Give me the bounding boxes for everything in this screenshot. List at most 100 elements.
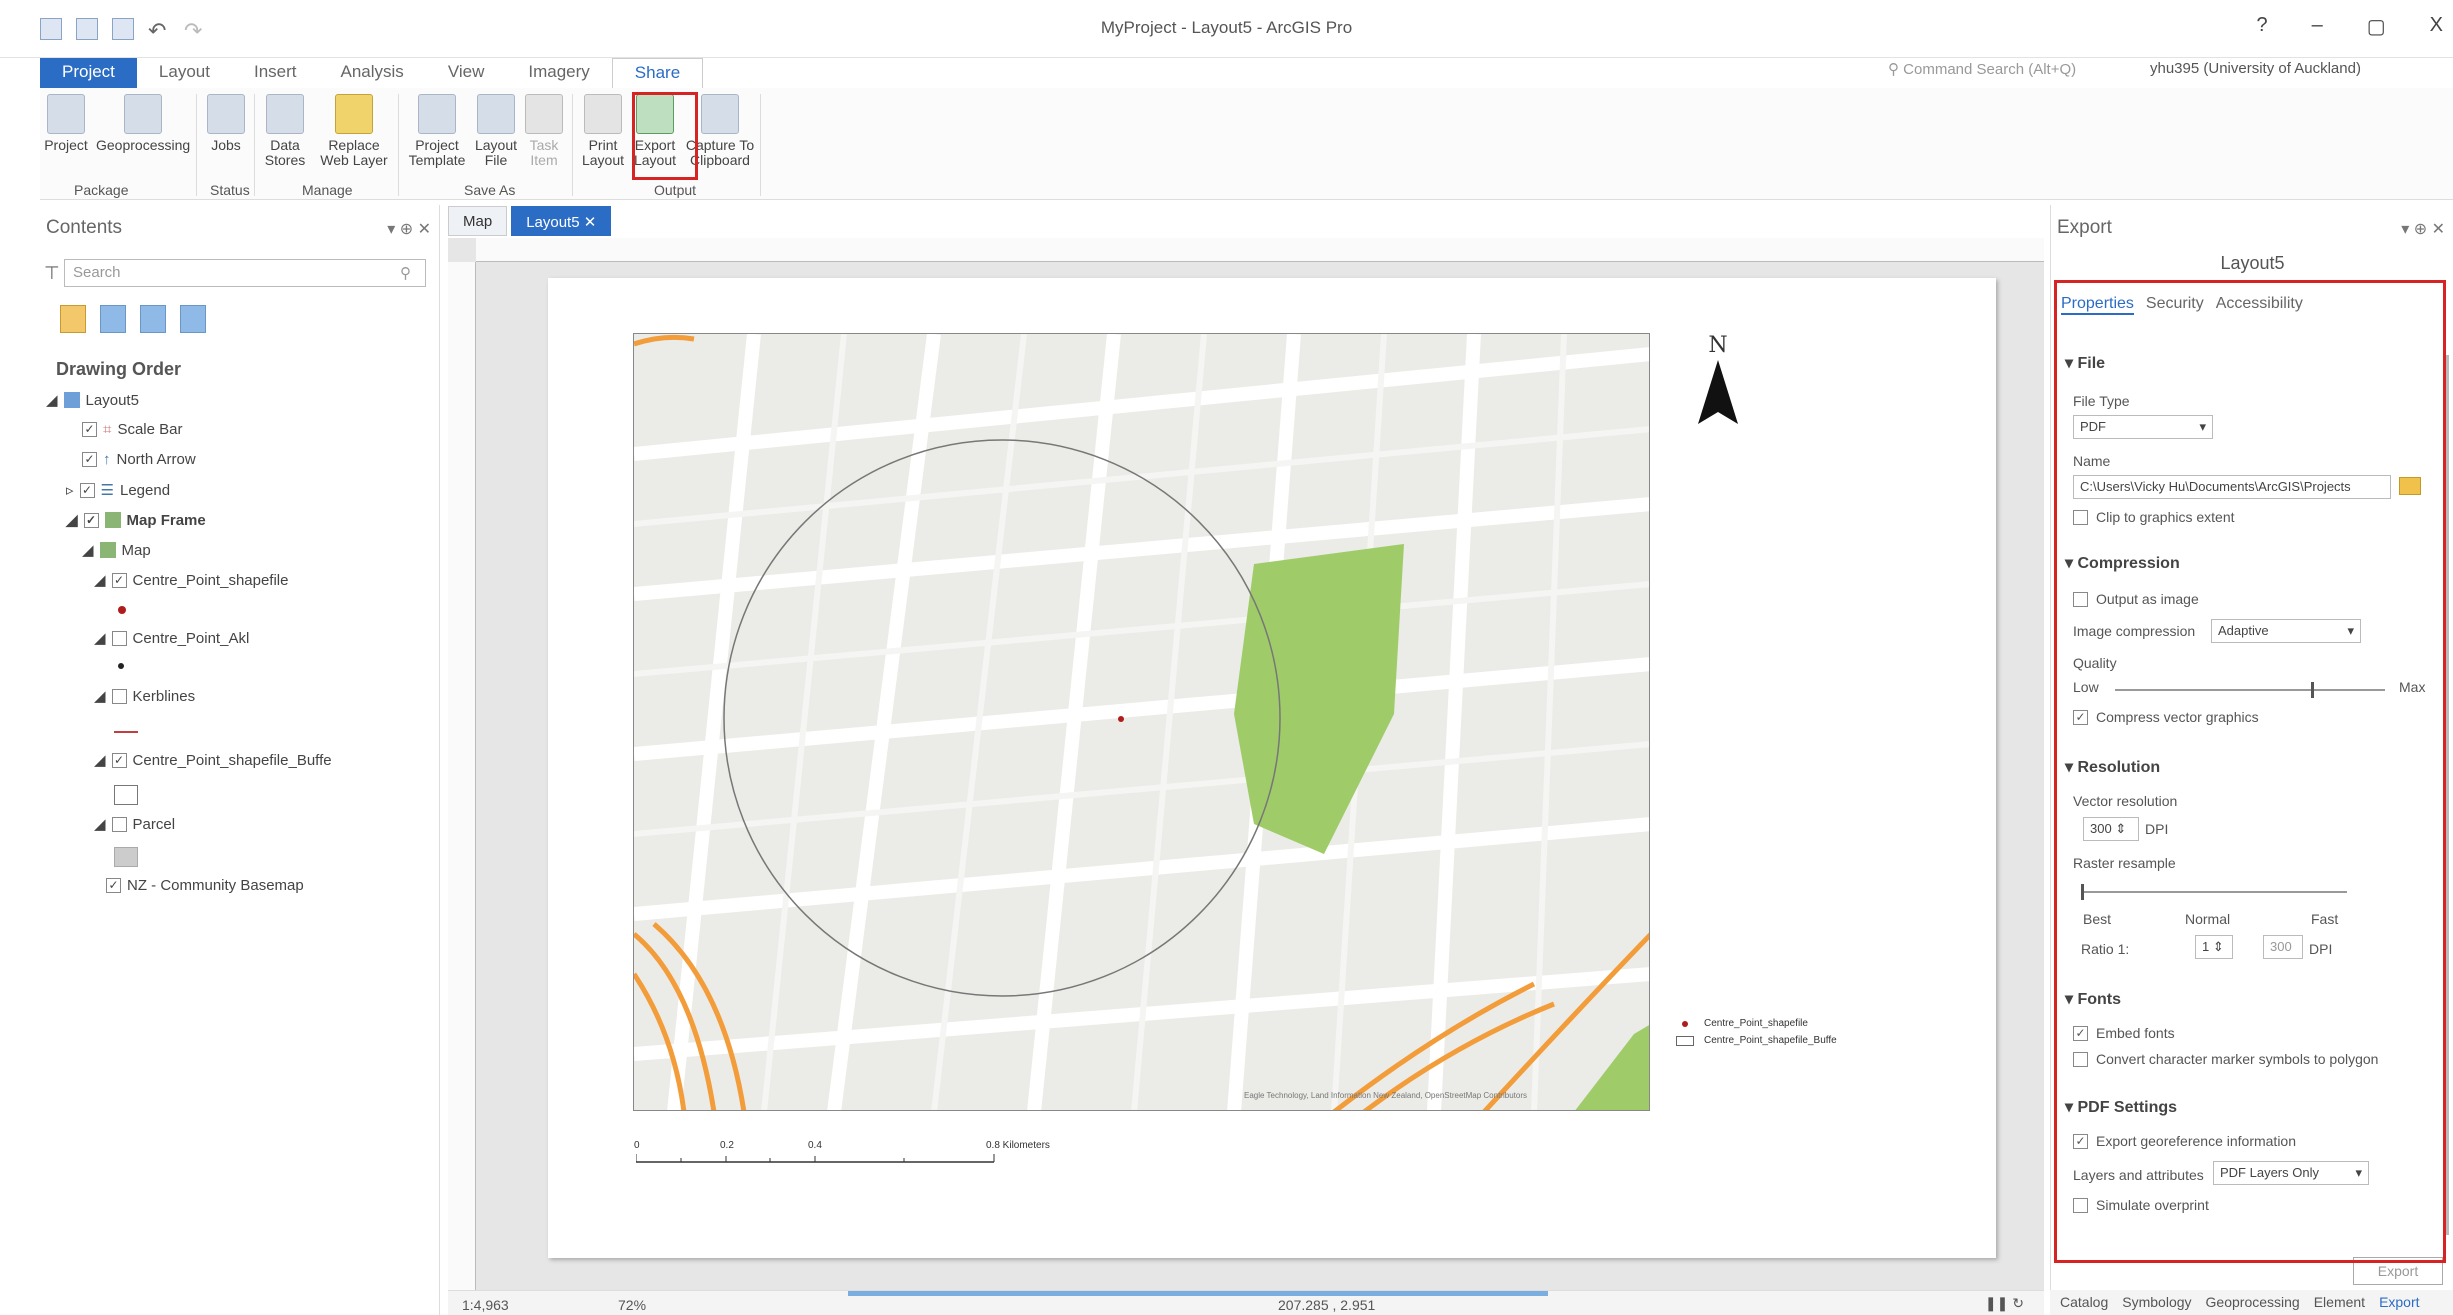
- project-button[interactable]: Project: [34, 94, 98, 153]
- jobs-button-label: Jobs: [211, 137, 241, 153]
- filter-icon[interactable]: ⊤: [44, 263, 60, 284]
- visibility-checkbox[interactable]: [111, 816, 127, 832]
- group-output: Output: [654, 182, 697, 198]
- visibility-checkbox[interactable]: [111, 630, 127, 646]
- scroll-thumb[interactable]: [848, 1291, 1548, 1296]
- visibility-checkbox[interactable]: [111, 688, 127, 704]
- toc-basemap[interactable]: ✓ NZ - Community Basemap: [106, 877, 304, 894]
- jobs-button[interactable]: Jobs: [200, 94, 252, 153]
- list-by-drawing-order-icon[interactable]: [60, 305, 86, 333]
- toc-parcel[interactable]: ◢ Parcel: [94, 815, 175, 834]
- tab-export[interactable]: Export: [2379, 1294, 2419, 1311]
- tab-imagery[interactable]: Imagery: [506, 58, 611, 88]
- scale-select[interactable]: 1:4,963: [462, 1297, 509, 1313]
- help-button[interactable]: ?: [2257, 14, 2268, 39]
- data-stores-button[interactable]: Data Stores: [260, 94, 310, 168]
- toc-north-arrow[interactable]: ✓ ↑ North Arrow: [82, 451, 196, 468]
- project-button-label: Project: [44, 137, 88, 153]
- toc-label: Legend: [119, 481, 171, 499]
- scale-bar[interactable]: 0 0.2 0.4 0.8 Kilometers: [634, 1140, 1196, 1200]
- visibility-checkbox[interactable]: ✓: [111, 572, 127, 588]
- tab-project[interactable]: Project: [40, 58, 137, 88]
- group-status: Status: [210, 182, 250, 198]
- task-item-button[interactable]: Task Item: [522, 94, 566, 168]
- tab-geoprocessing[interactable]: Geoprocessing: [2206, 1294, 2300, 1311]
- layout-file-icon: [477, 94, 515, 134]
- export-pane-highlight: [2054, 280, 2446, 1263]
- window-controls: ? – ▢ X: [2257, 14, 2444, 39]
- visibility-checkbox[interactable]: ✓: [82, 452, 97, 467]
- scale-bar-icon: ⌗: [103, 421, 112, 438]
- legend-label: Centre_Point_shapefile: [1704, 1018, 1808, 1029]
- geoprocessing-button[interactable]: Geoprocessing: [96, 94, 190, 153]
- scale-label: 0.8 Kilometers: [986, 1140, 1050, 1151]
- point-symbol: [118, 663, 124, 669]
- visibility-checkbox[interactable]: ✓: [83, 512, 99, 528]
- toc-layout5[interactable]: ◢ Layout5: [46, 391, 139, 410]
- group-separator: [398, 94, 399, 196]
- toc-label: Kerblines: [132, 687, 196, 705]
- toc-label: NZ - Community Basemap: [127, 877, 304, 894]
- print-layout-button[interactable]: Print Layout: [578, 94, 628, 168]
- maximize-button[interactable]: ▢: [2367, 14, 2386, 39]
- minimize-button[interactable]: –: [2312, 14, 2323, 39]
- layout-page[interactable]: Eagle Technology, Land Information New Z…: [548, 278, 1996, 1258]
- tab-catalog[interactable]: Catalog: [2060, 1294, 2108, 1311]
- tab-symbology[interactable]: Symbology: [2122, 1294, 2191, 1311]
- north-label: N: [1708, 333, 1728, 358]
- visibility-checkbox[interactable]: ✓: [111, 752, 127, 768]
- zoom-select[interactable]: 72%: [618, 1297, 646, 1313]
- north-arrow[interactable]: N: [1688, 333, 1748, 434]
- tab-layout5[interactable]: Layout5 ✕: [511, 206, 612, 236]
- layout-file-label: Layout File: [474, 137, 518, 168]
- project-package-icon: [47, 94, 85, 134]
- list-by-source-icon[interactable]: [100, 305, 126, 333]
- project-template-button[interactable]: Project Template: [404, 94, 470, 168]
- layout-file-button[interactable]: Layout File: [470, 94, 522, 168]
- tab-analysis[interactable]: Analysis: [319, 58, 426, 88]
- toc-map[interactable]: ◢ Map: [82, 541, 151, 560]
- group-package: Package: [74, 182, 129, 198]
- map-frame[interactable]: Eagle Technology, Land Information New Z…: [633, 333, 1650, 1111]
- command-search[interactable]: ⚲ Command Search (Alt+Q): [1888, 60, 2128, 84]
- list-by-selection-icon[interactable]: [140, 305, 166, 333]
- legend[interactable]: Centre_Point_shapefile Centre_Point_shap…: [1676, 1018, 1837, 1046]
- tab-share[interactable]: Share: [611, 58, 704, 88]
- contents-search-input[interactable]: Search ⚲: [64, 259, 426, 287]
- tab-view[interactable]: View: [426, 58, 507, 88]
- toc-label: Centre_Point_shapefile: [132, 571, 289, 589]
- search-icon[interactable]: ⚲: [400, 264, 411, 282]
- toc-centre-point-shapefile[interactable]: ◢ ✓ Centre_Point_shapefile: [94, 571, 289, 590]
- group-save-as: Save As: [464, 182, 516, 198]
- visibility-checkbox[interactable]: ✓: [79, 482, 95, 498]
- toc-legend[interactable]: ▹ ✓ ☰ Legend: [66, 481, 171, 500]
- toc-label: Centre_Point_Akl: [132, 629, 250, 647]
- group-separator: [196, 94, 197, 196]
- close-button[interactable]: X: [2430, 14, 2443, 39]
- tab-map[interactable]: Map: [448, 206, 508, 236]
- toc-centre-point-akl[interactable]: ◢ Centre_Point_Akl: [94, 629, 250, 648]
- export-pane-controls[interactable]: ▾ ⊕ ✕: [2401, 219, 2445, 239]
- project-template-icon: [418, 94, 456, 134]
- data-stores-label: Data Stores: [264, 137, 306, 168]
- pause-icon[interactable]: ❚❚ ↻: [1985, 1295, 2024, 1312]
- user-account[interactable]: yhu395 (University of Auckland): [2150, 60, 2361, 77]
- dock-tabs: Catalog Symbology Geoprocessing Element …: [2050, 1290, 2453, 1315]
- toc-scale-bar[interactable]: ✓ ⌗ Scale Bar: [82, 421, 183, 438]
- layout-view[interactable]: Eagle Technology, Land Information New Z…: [448, 238, 2044, 1290]
- tab-element[interactable]: Element: [2314, 1294, 2365, 1311]
- visibility-checkbox[interactable]: ✓: [82, 422, 97, 437]
- toc-kerblines[interactable]: ◢ Kerblines: [94, 687, 196, 706]
- toc-view-buttons: [60, 305, 206, 333]
- tab-layout[interactable]: Layout: [137, 58, 232, 88]
- replace-web-layer-button[interactable]: Replace Web Layer: [316, 94, 392, 168]
- visibility-checkbox[interactable]: ✓: [106, 878, 121, 893]
- toc-map-frame[interactable]: ◢ ✓ Map Frame: [66, 511, 206, 530]
- tab-insert[interactable]: Insert: [232, 58, 319, 88]
- list-by-editing-icon[interactable]: [180, 305, 206, 333]
- contents-pane-controls[interactable]: ▾ ⊕ ✕: [387, 219, 431, 239]
- toc-buffer[interactable]: ◢ ✓ Centre_Point_shapefile_Buffe: [94, 751, 332, 770]
- search-icon: ⚲: [1888, 61, 1904, 78]
- scale-label: 0: [634, 1140, 640, 1151]
- horizontal-scrollbar[interactable]: [448, 1291, 2038, 1296]
